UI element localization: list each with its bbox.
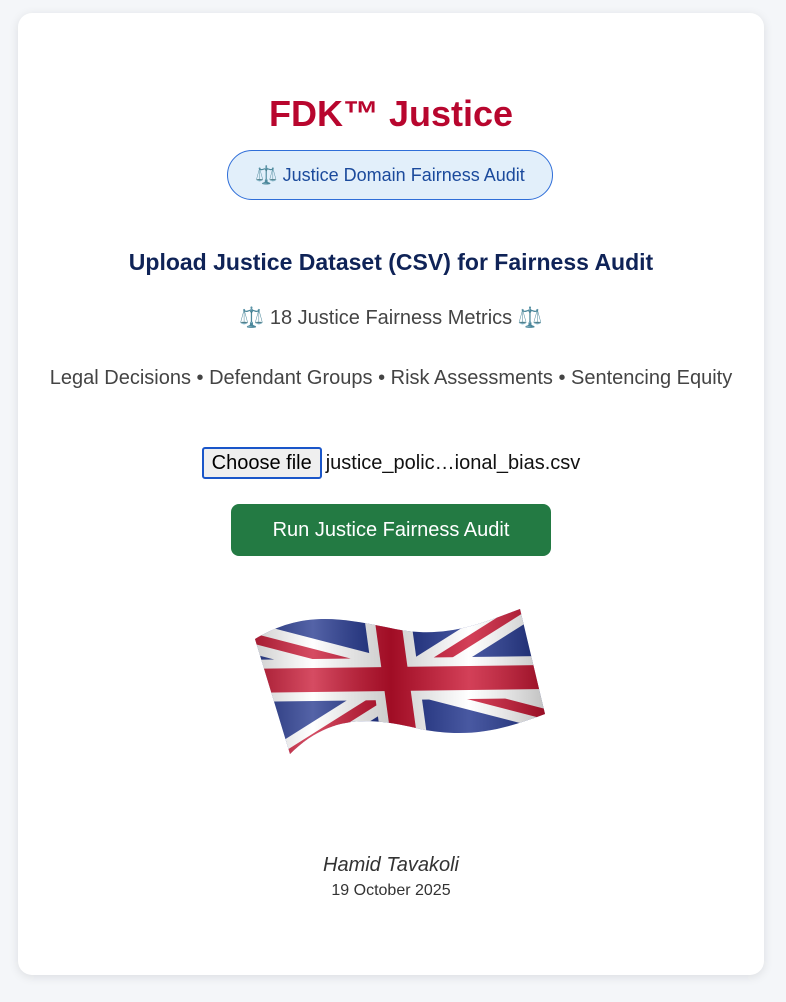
categories-text: Legal Decisions • Defendant Groups • Ris… bbox=[49, 367, 733, 389]
publish-date: 19 October 2025 bbox=[331, 882, 451, 899]
uk-flag-icon bbox=[255, 609, 545, 754]
audit-card: FDK™ Justice ⚖️ Justice Domain Fairness … bbox=[18, 13, 764, 975]
file-input[interactable]: Choose file justice_polic…ional_bias.csv bbox=[18, 447, 764, 479]
choose-file-button[interactable]: Choose file bbox=[201, 447, 322, 479]
metrics-count-text: ⚖️ 18 Justice Fairness Metrics ⚖️ bbox=[239, 307, 543, 329]
selected-file-name: justice_polic…ional_bias.csv bbox=[325, 451, 581, 474]
upload-heading: Upload Justice Dataset (CSV) for Fairnes… bbox=[128, 249, 654, 275]
run-audit-button[interactable]: Run Justice Fairness Audit bbox=[231, 504, 551, 556]
author-name: Hamid Tavakoli bbox=[323, 854, 459, 876]
domain-badge: ⚖️ Justice Domain Fairness Audit bbox=[227, 150, 553, 200]
page-title: FDK™ Justice bbox=[268, 93, 514, 134]
